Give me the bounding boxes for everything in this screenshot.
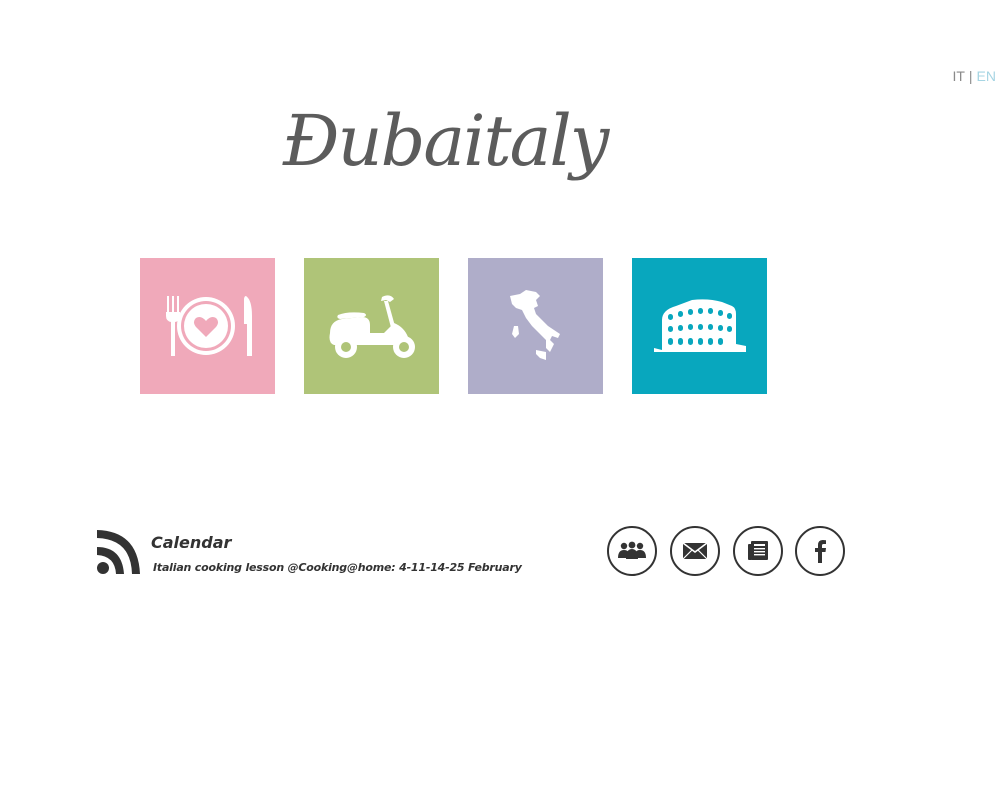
email-button[interactable] bbox=[670, 526, 720, 576]
facebook-icon bbox=[815, 540, 826, 563]
newsletter-button[interactable] bbox=[733, 526, 783, 576]
language-switch: IT | EN bbox=[952, 68, 996, 84]
italy-map-icon bbox=[509, 290, 560, 360]
calendar-event-text[interactable]: Italian cooking lesson @Cooking@home: 4-… bbox=[153, 561, 522, 574]
community-button[interactable] bbox=[607, 526, 657, 576]
lang-it-link[interactable]: IT bbox=[952, 68, 964, 84]
people-icon bbox=[618, 541, 646, 559]
rss-icon[interactable] bbox=[96, 529, 140, 575]
tile-scooter[interactable] bbox=[304, 258, 439, 394]
site-logo[interactable]: Đubaitaly bbox=[283, 98, 609, 184]
facebook-button[interactable] bbox=[795, 526, 845, 576]
tile-italy[interactable] bbox=[468, 258, 603, 394]
colosseum-icon bbox=[653, 299, 746, 352]
scooter-icon bbox=[329, 295, 415, 358]
tile-colosseum[interactable] bbox=[632, 258, 767, 394]
envelope-icon bbox=[682, 542, 708, 560]
plate-fork-knife-icon bbox=[165, 296, 252, 356]
lang-en-link[interactable]: EN bbox=[977, 68, 996, 84]
newspaper-icon bbox=[748, 541, 768, 560]
calendar-title[interactable]: Calendar bbox=[151, 533, 231, 552]
page: IT | EN Đubaitaly Calendar Italian cooki… bbox=[0, 0, 1000, 800]
tile-food[interactable] bbox=[140, 258, 275, 394]
lang-separator: | bbox=[968, 68, 973, 84]
